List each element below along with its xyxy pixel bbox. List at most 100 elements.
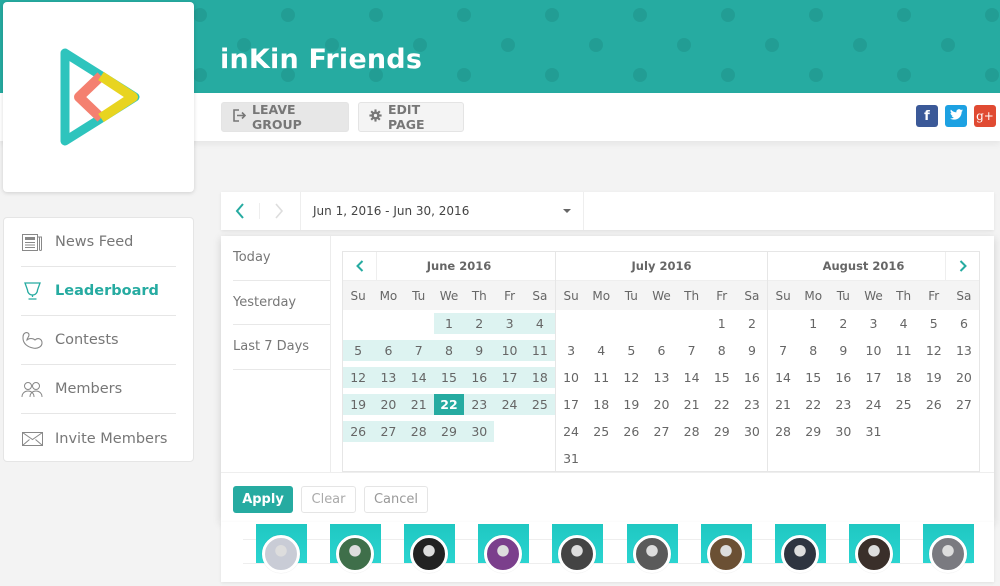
google-plus-share-button[interactable]: g+ [974,105,996,127]
sidebar-item-members[interactable]: Members [21,365,176,414]
sidebar-item-invite-members[interactable]: Invite Members [21,414,176,463]
calendar-day[interactable]: 26 [343,421,374,442]
calendar-day[interactable]: 22 [798,391,828,418]
calendar-day[interactable]: 13 [949,337,979,364]
facebook-share-button[interactable]: f [916,105,938,127]
apply-button[interactable]: Apply [233,486,293,513]
calendar-day[interactable]: 18 [586,391,616,418]
calendar-day[interactable]: 5 [343,340,374,361]
calendar-day[interactable]: 11 [889,337,919,364]
calendar-day[interactable]: 26 [616,418,646,445]
calendar-day[interactable]: 2 [464,313,495,334]
calendar-day[interactable]: 30 [464,421,495,442]
preset-range-yesterday[interactable]: Yesterday [233,281,331,325]
calendar-day[interactable]: 16 [737,364,767,391]
calendar-day[interactable]: 21 [677,391,707,418]
twitter-share-button[interactable] [945,105,967,127]
calendar-day[interactable]: 27 [949,391,979,418]
calendar-day[interactable]: 20 [646,391,676,418]
calendar-day[interactable]: 10 [858,337,888,364]
calendar-day[interactable]: 11 [586,364,616,391]
calendar-day[interactable]: 31 [858,418,888,445]
calendar-day[interactable]: 30 [828,418,858,445]
calendar-day[interactable]: 5 [616,337,646,364]
calendar-day[interactable]: 1 [433,313,465,334]
edit-page-button[interactable]: EDIT PAGE [358,102,464,132]
calendar-day[interactable]: 28 [677,418,707,445]
calendar-day[interactable]: 27 [373,421,404,442]
calendar-day[interactable]: 20 [373,394,404,415]
calendar-day[interactable]: 19 [919,364,949,391]
member-avatar[interactable] [484,535,523,573]
calendar-day[interactable]: 6 [949,310,979,337]
date-range-dropdown[interactable]: Jun 1, 2016 - Jun 30, 2016 [300,192,584,230]
calendar-day[interactable]: 1 [798,310,828,337]
member-avatar[interactable] [558,535,597,573]
calendar-day[interactable]: 23 [464,394,495,415]
calendar-day[interactable]: 1 [707,310,737,337]
calendar-day[interactable]: 12 [616,364,646,391]
calendar-day[interactable]: 8 [798,337,828,364]
calendar-day[interactable]: 28 [768,418,798,445]
sidebar-item-contests[interactable]: Contests [21,316,176,365]
previous-period-button[interactable] [221,192,259,230]
calendar-day[interactable]: 18 [889,364,919,391]
member-avatar[interactable] [854,535,893,573]
calendar-day[interactable]: 3 [556,337,586,364]
calendar-day[interactable]: 25 [524,394,555,415]
calendar-day[interactable]: 15 [798,364,828,391]
calendar-day[interactable]: 4 [524,313,555,334]
calendar-day[interactable]: 9 [737,337,767,364]
calendar-day[interactable]: 7 [768,337,798,364]
calendar-day[interactable]: 19 [343,394,374,415]
calendar-day[interactable]: 13 [373,367,404,388]
calendar-day[interactable]: 29 [798,418,828,445]
calendar-day[interactable]: 4 [889,310,919,337]
calendar-day[interactable]: 26 [919,391,949,418]
calendar-day[interactable]: 29 [707,418,737,445]
calendar-day[interactable]: 16 [828,364,858,391]
calendar-day[interactable]: 12 [919,337,949,364]
calendar-day[interactable]: 28 [403,421,434,442]
sidebar-item-news-feed[interactable]: News Feed [21,218,176,267]
calendar-day[interactable]: 3 [858,310,888,337]
calendar-day[interactable]: 14 [403,367,434,388]
calendar-day[interactable]: 11 [524,340,555,361]
calendar-day[interactable]: 10 [494,340,525,361]
calendar-day[interactable]: 6 [646,337,676,364]
calendar-day[interactable]: 20 [949,364,979,391]
member-avatar[interactable] [706,535,745,573]
calendar-day[interactable]: 27 [646,418,676,445]
calendar-day[interactable]: 19 [616,391,646,418]
calendar-day[interactable]: 2 [828,310,858,337]
calendar-day[interactable]: 14 [677,364,707,391]
calendar-day[interactable]: 2 [737,310,767,337]
calendar-day[interactable]: 22 [707,391,737,418]
calendar-day[interactable]: 5 [919,310,949,337]
calendar-day[interactable]: 8 [707,337,737,364]
sidebar-item-leaderboard[interactable]: Leaderboard [21,267,176,316]
calendar-day[interactable]: 10 [556,364,586,391]
calendar-day[interactable]: 9 [464,340,495,361]
member-avatar[interactable] [410,535,449,573]
leave-group-button[interactable]: LEAVE GROUP [221,102,349,132]
calendar-day[interactable]: 6 [373,340,404,361]
cancel-button[interactable]: Cancel [364,486,428,513]
calendar-day[interactable]: 7 [403,340,434,361]
preset-range-today[interactable]: Today [233,236,331,281]
clear-button[interactable]: Clear [301,486,356,513]
calendar-day[interactable]: 8 [433,340,465,361]
preset-range-last-7-days[interactable]: Last 7 Days [233,325,331,370]
calendar-day[interactable]: 9 [828,337,858,364]
calendar-day[interactable]: 24 [494,394,525,415]
calendar-day[interactable]: 3 [494,313,525,334]
calendar-day[interactable]: 4 [586,337,616,364]
calendar-day[interactable]: 16 [464,367,495,388]
calendar-day[interactable]: 18 [524,367,555,388]
calendar-day[interactable]: 21 [403,394,434,415]
calendar-day[interactable]: 13 [646,364,676,391]
calendar-day[interactable]: 31 [556,445,586,472]
calendar-day[interactable]: 21 [768,391,798,418]
calendar-day[interactable]: 29 [433,421,465,442]
calendar-day[interactable]: 23 [828,391,858,418]
